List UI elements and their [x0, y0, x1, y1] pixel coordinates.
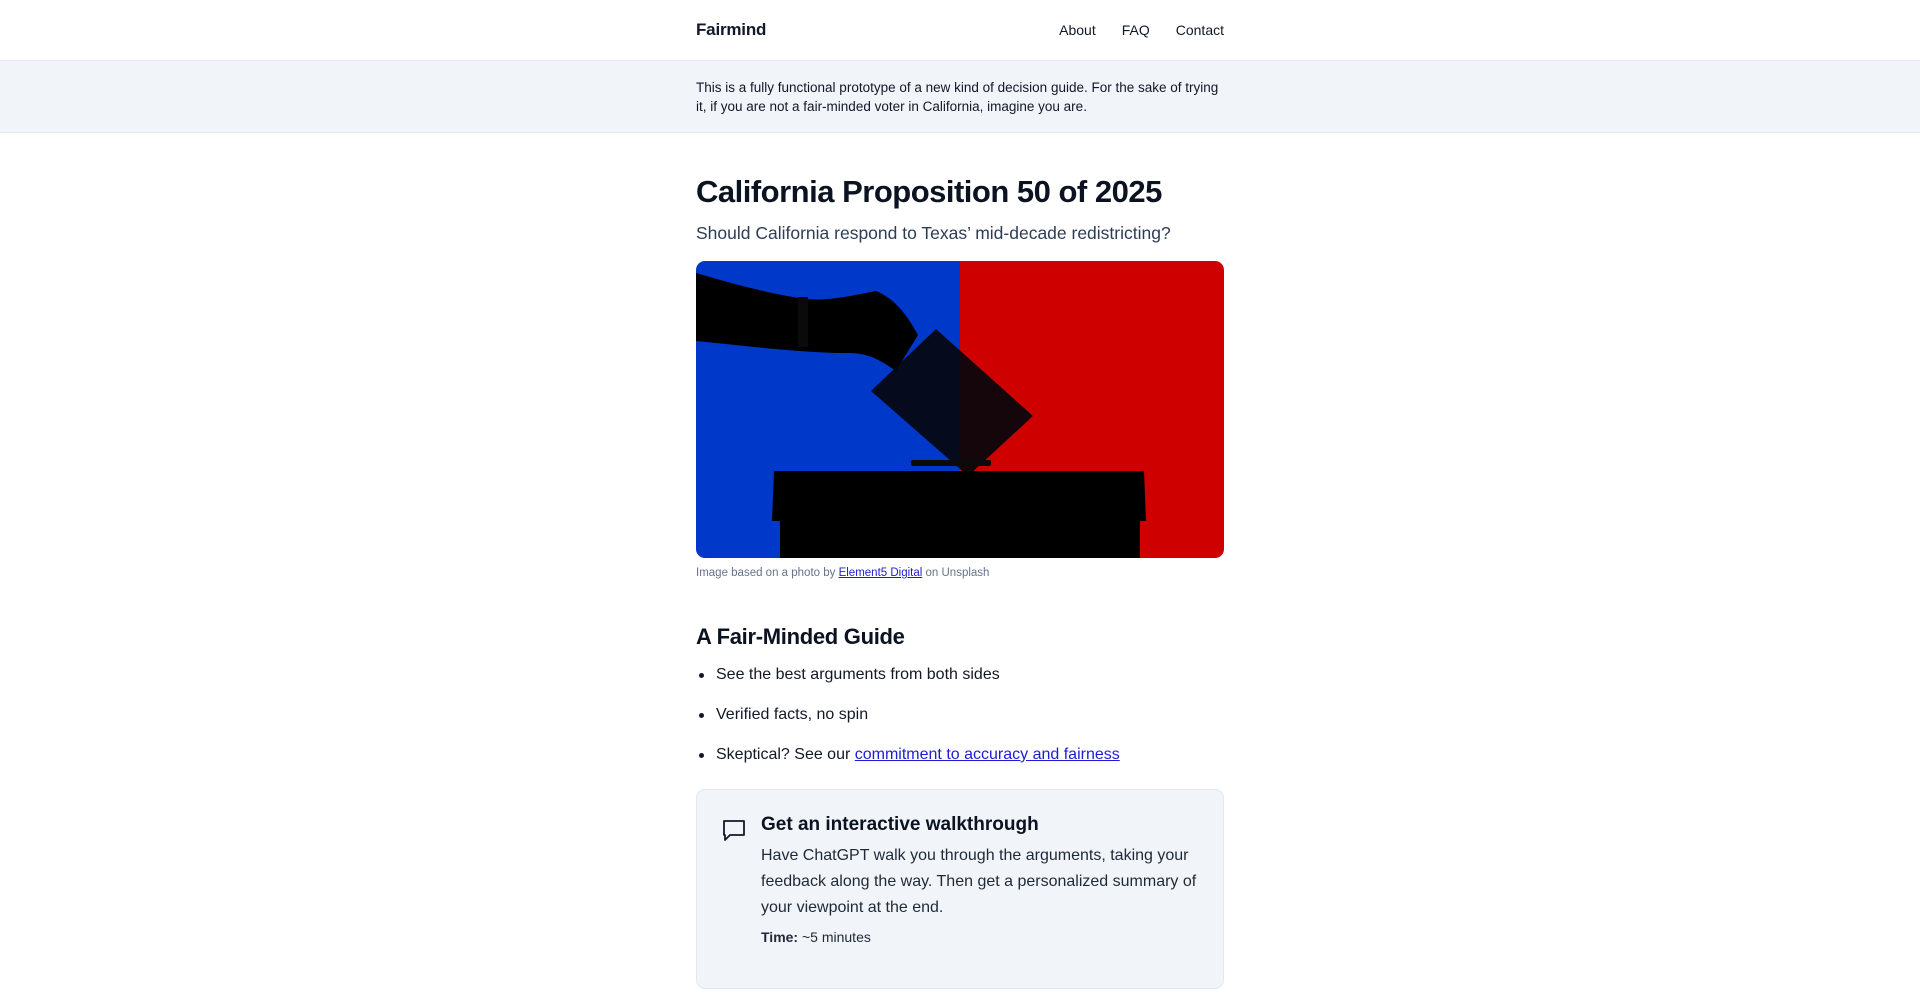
walkthrough-description: Have ChatGPT walk you through the argume… [761, 847, 1197, 916]
site-header: Fairmind About FAQ Contact [0, 0, 1920, 61]
prototype-notice: This is a fully functional prototype of … [0, 61, 1920, 133]
nav-faq[interactable]: FAQ [1122, 22, 1150, 38]
list-item: See the best arguments from both sides [696, 665, 1224, 685]
image-caption: Image based on a photo by Element5 Digit… [696, 567, 990, 579]
feature-list: See the best arguments from both sides V… [696, 665, 1224, 765]
walkthrough-card[interactable]: Get an interactive walkthrough Have Chat… [696, 789, 1224, 989]
guide-title: A Fair-Minded Guide [696, 624, 905, 649]
list-item: Skeptical? See our commitment to accurac… [696, 745, 1224, 765]
nav-contact[interactable]: Contact [1176, 22, 1224, 38]
walkthrough-time: Time: ~5 minutes [761, 929, 871, 945]
main-content: California Proposition 50 of 2025 Should… [0, 133, 1920, 989]
notice-text: This is a fully functional prototype of … [696, 80, 1219, 114]
accuracy-commitment-link[interactable]: commitment to accuracy and fairness [855, 746, 1120, 763]
list-item: Verified facts, no spin [696, 705, 1224, 725]
ballot-illustration [696, 261, 1224, 558]
main-nav: About FAQ Contact [1059, 22, 1224, 38]
nav-about[interactable]: About [1059, 22, 1096, 38]
photographer-link[interactable]: Element5 Digital [839, 567, 923, 579]
walkthrough-title: Get an interactive walkthrough [761, 814, 1039, 835]
site-logo[interactable]: Fairmind [696, 20, 766, 40]
hero-image [696, 261, 1224, 558]
page-subtitle: Should California respond to Texas’ mid-… [696, 223, 1171, 243]
page-title: California Proposition 50 of 2025 [696, 174, 1162, 209]
chat-icon [723, 820, 745, 841]
